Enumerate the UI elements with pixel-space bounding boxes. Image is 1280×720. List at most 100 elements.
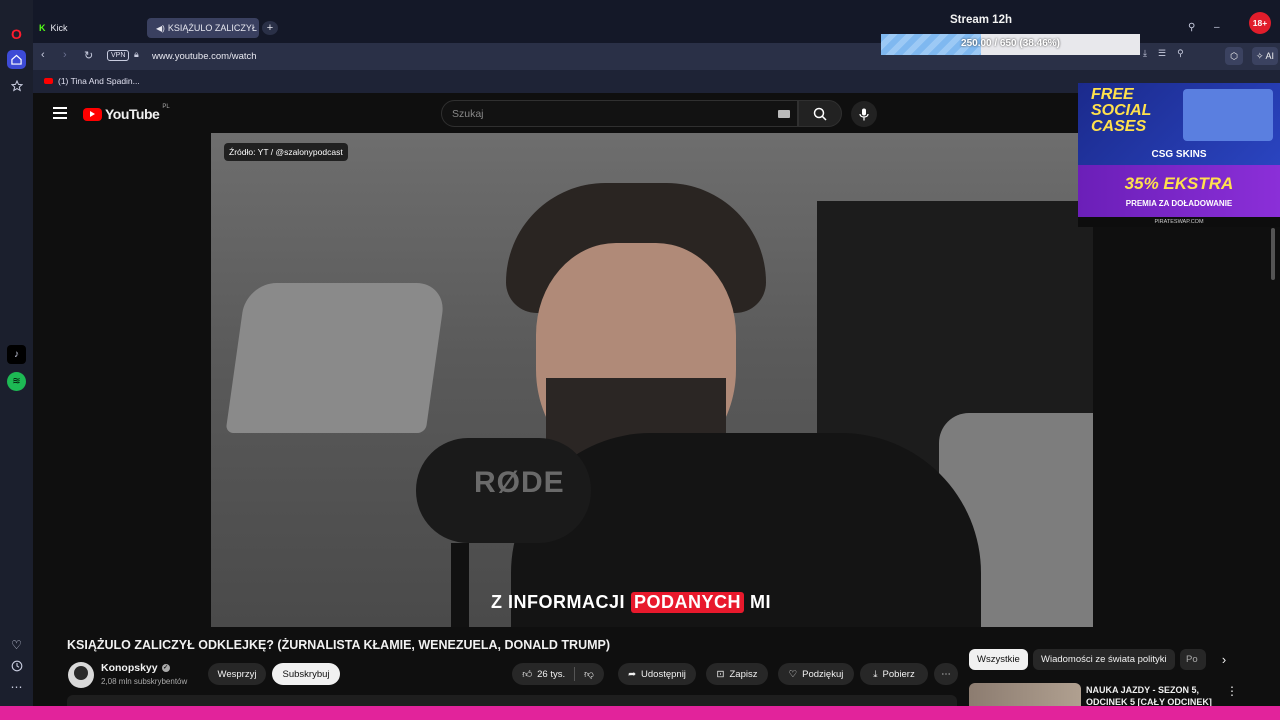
lock-icon[interactable]: 🔒︎ bbox=[134, 49, 139, 60]
hamburger-menu-icon[interactable] bbox=[53, 107, 67, 119]
thanks-button[interactable]: ♡ Podziękuj bbox=[778, 663, 854, 685]
channel-avatar[interactable] bbox=[68, 662, 94, 688]
kick-icon: K bbox=[39, 23, 46, 33]
ad-line3: CASES bbox=[1091, 118, 1147, 135]
chip-partial[interactable]: Po bbox=[1180, 649, 1206, 670]
heart-icon[interactable]: ♡ bbox=[7, 635, 26, 654]
search-button[interactable] bbox=[798, 100, 842, 127]
save-button[interactable]: ⊡ Zapisz bbox=[706, 663, 768, 685]
chair-shape bbox=[225, 283, 447, 433]
keyboard-icon[interactable] bbox=[778, 110, 790, 118]
ad-site: PIRATESWAP.COM bbox=[1078, 217, 1280, 227]
subscriber-count: 2,08 mln subskrybentów bbox=[101, 677, 188, 686]
new-tab-button[interactable]: + bbox=[262, 21, 278, 35]
more-actions-button[interactable]: ⋯ bbox=[934, 663, 958, 685]
ad-case-graphic bbox=[1183, 89, 1273, 141]
subscribe-button[interactable]: Subskrybuj bbox=[272, 663, 340, 685]
save-label: Zapisz bbox=[729, 668, 758, 680]
search-tabs-icon[interactable]: ⚲ bbox=[1188, 22, 1195, 33]
speaker-icon[interactable]: ◀) bbox=[156, 24, 165, 33]
like-count[interactable]: 26 tys. bbox=[537, 669, 565, 680]
youtube-play-logo-icon bbox=[83, 107, 102, 121]
voice-search-button[interactable] bbox=[851, 101, 877, 127]
stream-goal-progress: 250.00 / 650 (38.46%) bbox=[881, 34, 1140, 55]
stream-goal-title: Stream 12h bbox=[950, 14, 1013, 26]
tab-youtube[interactable]: ◀) KSIĄŻULO ZALICZYŁ O bbox=[147, 18, 259, 38]
back-arrow-icon[interactable]: ‹ bbox=[41, 49, 45, 61]
vpn-badge[interactable]: VPN bbox=[107, 50, 130, 61]
share-arrow-icon: ➦ bbox=[628, 668, 637, 680]
minimize-icon[interactable]: – bbox=[1214, 22, 1220, 33]
verified-check-icon: ✓ bbox=[161, 664, 170, 672]
ad-line1: FREE bbox=[1091, 86, 1134, 103]
subtitle-highlight: PODANYCH bbox=[631, 592, 745, 613]
search-placeholder: Szukaj bbox=[452, 108, 484, 120]
share-label: Udostępnij bbox=[641, 668, 686, 680]
ad-brand: CSG SKINS bbox=[1151, 149, 1207, 160]
video-player[interactable]: RØDE Źródło: YT / @szalonypodcast Z INFO… bbox=[211, 133, 1093, 627]
chips-next-chevron-icon[interactable]: › bbox=[1214, 649, 1234, 670]
easy-setup-icon[interactable]: ☰ bbox=[1158, 48, 1166, 59]
history-clock-icon[interactable] bbox=[7, 656, 26, 675]
thumbs-up-icon[interactable]: 👍︎ bbox=[522, 668, 532, 680]
more-dots-icon: ⋯ bbox=[941, 668, 951, 680]
chip-politics-news[interactable]: Wiadomości ze świata polityki bbox=[1033, 649, 1175, 670]
ad-promo-sub: PREMIA ZA DOŁADOWANIE bbox=[1125, 199, 1233, 208]
more-dots-icon[interactable]: ⋯ bbox=[7, 677, 26, 696]
bookmark-label: (1) Tina And Spadin... bbox=[58, 76, 140, 86]
opera-logo-icon[interactable]: O bbox=[7, 24, 26, 43]
ai-sparkle-icon: ✧ bbox=[1256, 50, 1264, 61]
bookmarks-star-icon[interactable] bbox=[7, 76, 26, 95]
ad-banner-promo[interactable]: 35% EKSTRA PREMIA ZA DOŁADOWANIE bbox=[1078, 165, 1280, 217]
tiktok-icon[interactable]: ♪ bbox=[7, 345, 26, 364]
profile-icon[interactable]: ⚲ bbox=[1177, 48, 1184, 59]
youtube-logo[interactable]: YouTube PL bbox=[83, 104, 170, 122]
youtube-logo-text: YouTube bbox=[105, 106, 160, 122]
age-restriction-badge: 18+ bbox=[1249, 12, 1271, 34]
download-button[interactable]: ⤓ Pobierz bbox=[860, 663, 928, 685]
download-icon[interactable]: ⤓ bbox=[1143, 48, 1147, 59]
url-field[interactable]: www.youtube.com/watch bbox=[152, 51, 257, 62]
chip-all[interactable]: Wszystkie bbox=[969, 649, 1028, 670]
subtitle-part2: MI bbox=[750, 592, 772, 612]
youtube-favicon-icon bbox=[44, 78, 53, 84]
page-scrollbar[interactable] bbox=[1271, 228, 1275, 280]
thanks-label: Podziękuj bbox=[802, 668, 844, 680]
ad-banner-cases[interactable]: FREE SOCIAL CASES CSG SKINS bbox=[1078, 83, 1280, 165]
microphone-icon bbox=[859, 108, 869, 120]
tab-kick[interactable]: K Kick bbox=[33, 18, 143, 38]
video-subtitle: Z INFORMACJI PODANYCH MI bbox=[491, 592, 771, 613]
reload-icon[interactable]: ↻ bbox=[84, 49, 93, 62]
ad-headline: FREE SOCIAL CASES bbox=[1091, 87, 1151, 135]
description-box[interactable] bbox=[67, 695, 957, 706]
ai-label: AI bbox=[1265, 51, 1275, 61]
aria-ai-button[interactable]: ✧ AI bbox=[1252, 47, 1279, 65]
extension-icon[interactable]: ⬡ bbox=[1225, 47, 1243, 65]
thumbs-down-icon[interactable]: 👎︎ bbox=[584, 668, 594, 680]
recommended-title-line1: NAUKA JAZDY - SEZON 5, bbox=[1086, 685, 1200, 695]
toolbar-icons: ⤓ ☰ ⚲ bbox=[1143, 48, 1184, 59]
recommended-menu-icon[interactable]: ⋮ bbox=[1226, 684, 1238, 698]
spotify-icon[interactable]: ≋ bbox=[7, 372, 26, 391]
heart-dollar-icon: ♡ bbox=[788, 668, 798, 680]
ad-promo: 35% EKSTRA bbox=[1124, 174, 1234, 193]
source-label: Źródło: YT / @szalonypodcast bbox=[224, 143, 348, 161]
recommended-title[interactable]: NAUKA JAZDY - SEZON 5, ODCINEK 5 [CAŁY O… bbox=[1086, 684, 1212, 708]
mic-stand bbox=[451, 543, 469, 627]
download-arrow-icon: ⤓ bbox=[873, 668, 878, 680]
bookmark-icon: ⊡ bbox=[716, 668, 725, 680]
bookmark-item[interactable]: (1) Tina And Spadin... bbox=[44, 76, 140, 86]
video-title: KSIĄŻULO ZALICZYŁ ODKLEJKĘ? (ŻURNALISTA … bbox=[67, 638, 611, 652]
recommended-thumbnail[interactable] bbox=[969, 683, 1081, 706]
search-icon bbox=[813, 107, 827, 121]
channel-name-row[interactable]: Konopskyy ✓ bbox=[101, 662, 170, 674]
home-icon[interactable] bbox=[7, 50, 26, 69]
mic-brand: RØDE bbox=[474, 466, 565, 499]
support-button[interactable]: Wesprzyj bbox=[208, 663, 266, 685]
search-input[interactable]: Szukaj bbox=[441, 100, 798, 127]
forward-arrow-icon[interactable]: › bbox=[63, 49, 67, 61]
share-button[interactable]: ➦ Udostępnij bbox=[618, 663, 696, 685]
channel-name[interactable]: Konopskyy bbox=[101, 662, 158, 674]
progress-text: 250.00 / 650 (38.46%) bbox=[961, 38, 1060, 49]
download-label: Pobierz bbox=[882, 668, 915, 680]
